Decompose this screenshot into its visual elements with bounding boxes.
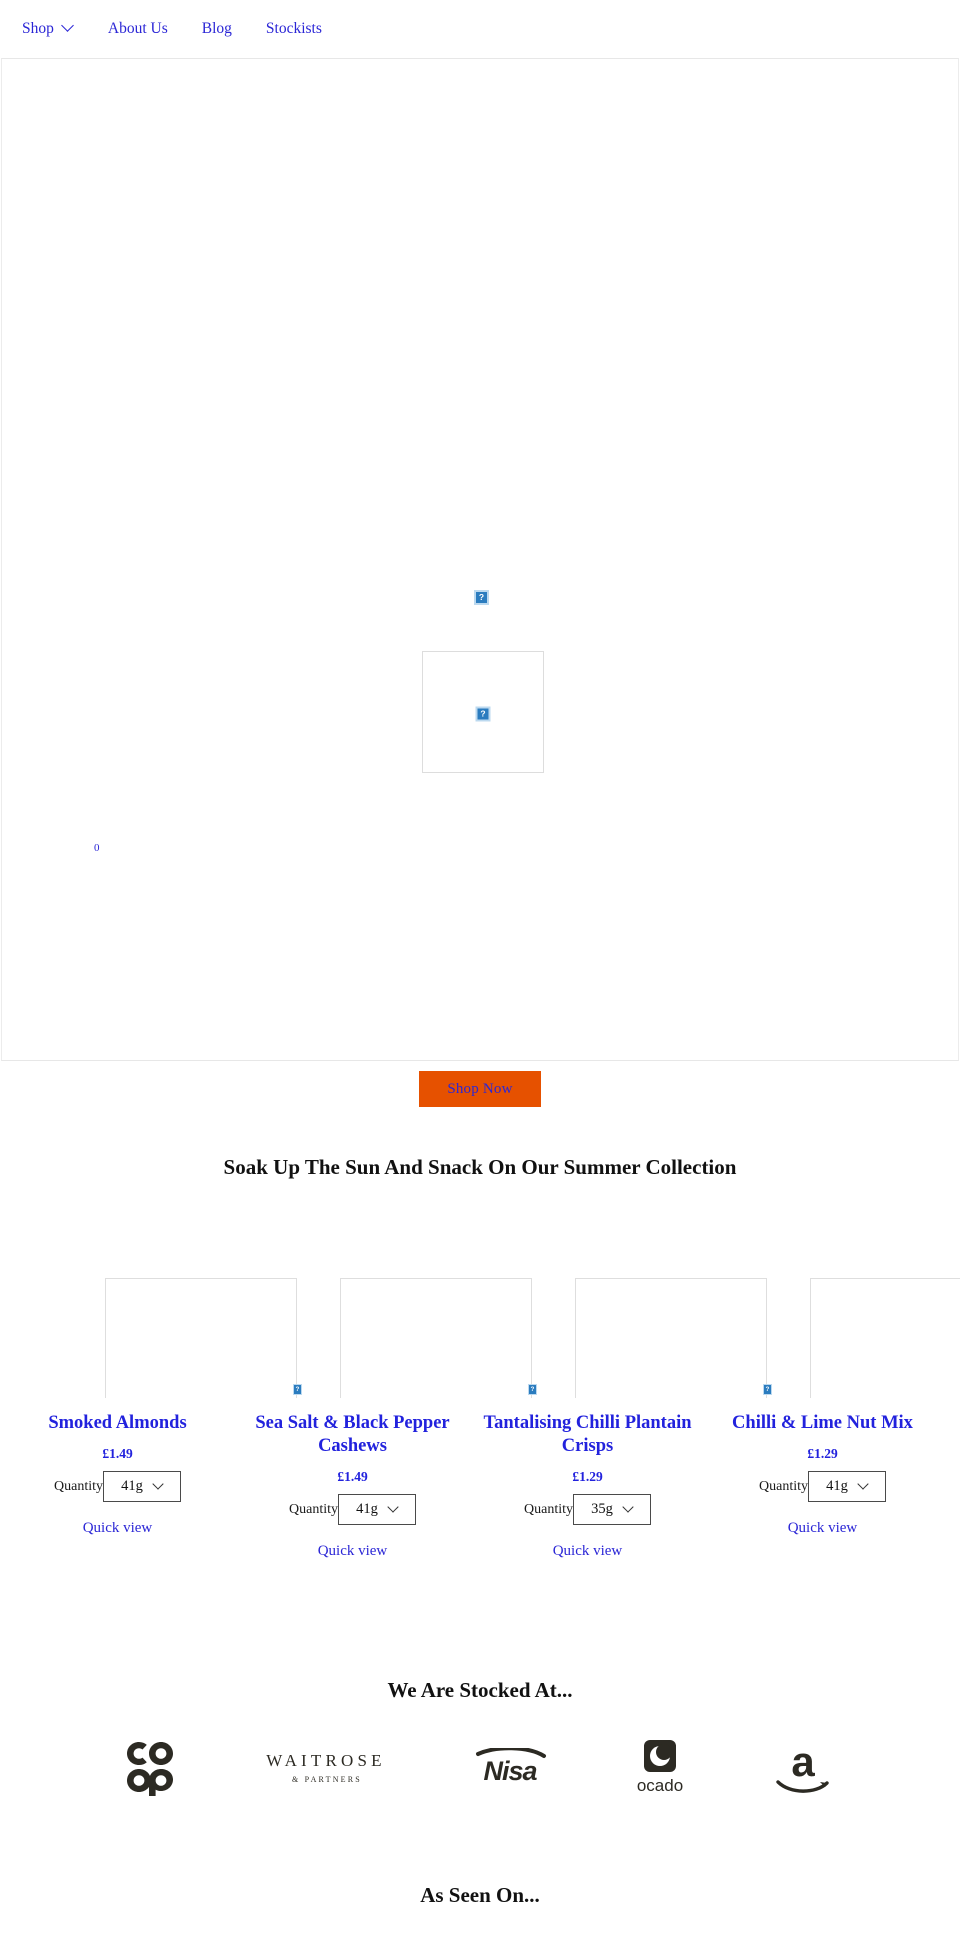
product-price: £1.49 (337, 1469, 368, 1485)
stockist-logos: WAITROSE & PARTNERS Nisa ocado a (0, 1725, 960, 1811)
quantity-row: Quantity 41g (0, 1471, 235, 1503)
quantity-label: Quantity (289, 1501, 338, 1517)
quick-view-link[interactable]: Quick view (553, 1543, 623, 1560)
summer-collection-heading: Soak Up The Sun And Snack On Our Summer … (223, 1155, 737, 1179)
main-navigation: Shop About Us Blog Stockists (22, 20, 322, 38)
product-card: Sea Salt & Black Pepper Cashews £1.49 Qu… (235, 1278, 537, 1560)
quantity-label: Quantity (759, 1478, 808, 1494)
product-card: Smoked Almonds £1.49 Quantity 41g Quick … (0, 1278, 302, 1560)
quantity-label: Quantity (54, 1478, 103, 1494)
svg-text:a: a (791, 1740, 815, 1785)
product-image[interactable] (810, 1278, 960, 1398)
hero-card-broken-image-icon (475, 706, 491, 722)
hero-banner: 0 (1, 58, 959, 1061)
nav-item-shop[interactable]: Shop (22, 20, 74, 38)
amazon-logo: a (772, 1740, 834, 1796)
chevron-down-icon (63, 21, 74, 32)
nav-item-blog-label: Blog (201, 20, 232, 37)
product-title[interactable]: Tantalising Chilli Plantain Crisps (470, 1412, 705, 1458)
svg-text:Nisa: Nisa (483, 1756, 537, 1786)
stockists-heading: We Are Stocked At... (387, 1678, 573, 1703)
shop-now-button[interactable]: Shop Now (419, 1071, 541, 1107)
homepage: Shop About Us Blog Stockists 0 Shop Now … (0, 0, 960, 1940)
quantity-row: Quantity 35g (470, 1494, 705, 1526)
quick-view-link[interactable]: Quick view (318, 1543, 388, 1560)
product-title[interactable]: Sea Salt & Black Pepper Cashews (235, 1412, 470, 1458)
shop-now-container: Shop Now (0, 1071, 960, 1107)
quantity-row: Quantity 41g (705, 1471, 940, 1503)
chevron-down-icon (859, 1480, 868, 1489)
as-seen-on-heading: As Seen On... (420, 1883, 540, 1908)
quick-view-link[interactable]: Quick view (83, 1520, 153, 1537)
quantity-select[interactable]: 35g (573, 1494, 651, 1526)
svg-text:& PARTNERS: & PARTNERS (292, 1775, 362, 1784)
nav-item-stockists[interactable]: Stockists (266, 20, 322, 38)
co-op-logo (126, 1740, 178, 1797)
product-price: £1.49 (102, 1446, 133, 1462)
nav-item-about-us-label: About Us (107, 20, 168, 37)
svg-text:WAITROSE: WAITROSE (266, 1751, 386, 1770)
hero-logo-broken-image-icon (474, 589, 489, 605)
nav-item-shop-label: Shop (22, 20, 54, 37)
chevron-down-icon (624, 1503, 633, 1512)
svg-text:ocado: ocado (637, 1776, 683, 1795)
ocado-logo: ocado (631, 1738, 689, 1798)
quantity-select[interactable]: 41g (808, 1471, 886, 1503)
nav-item-stockists-label: Stockists (265, 20, 322, 37)
hero-product-card[interactable] (422, 651, 544, 773)
nav-item-blog[interactable]: Blog (202, 20, 232, 38)
site-header: Shop About Us Blog Stockists (0, 0, 960, 58)
chevron-down-icon (154, 1480, 163, 1489)
hero-counter: 0 (94, 842, 100, 854)
product-price: £1.29 (807, 1446, 838, 1462)
quantity-value: 41g (826, 1478, 848, 1495)
product-card: Tantalising Chilli Plantain Crisps £1.29… (470, 1278, 772, 1560)
chevron-down-icon (389, 1503, 398, 1512)
nav-item-about-us[interactable]: About Us (108, 20, 168, 38)
quantity-value: 35g (591, 1501, 613, 1518)
quantity-value: 41g (356, 1501, 378, 1518)
quantity-label: Quantity (524, 1501, 573, 1517)
waitrose-logo: WAITROSE & PARTNERS (261, 1746, 391, 1790)
product-title[interactable]: Chilli & Lime Nut Mix (705, 1412, 940, 1435)
product-grid: Smoked Almonds £1.49 Quantity 41g Quick … (0, 1278, 960, 1560)
quantity-row: Quantity 41g (235, 1494, 470, 1526)
nisa-logo: Nisa (474, 1748, 548, 1788)
product-title[interactable]: Smoked Almonds (0, 1412, 235, 1435)
quantity-value: 41g (121, 1478, 143, 1495)
quantity-select[interactable]: 41g (103, 1471, 181, 1503)
quick-view-link[interactable]: Quick view (788, 1520, 858, 1537)
product-price: £1.29 (572, 1469, 603, 1485)
quantity-select[interactable]: 41g (338, 1494, 416, 1526)
product-card: Chilli & Lime Nut Mix £1.29 Quantity 41g… (705, 1278, 960, 1560)
